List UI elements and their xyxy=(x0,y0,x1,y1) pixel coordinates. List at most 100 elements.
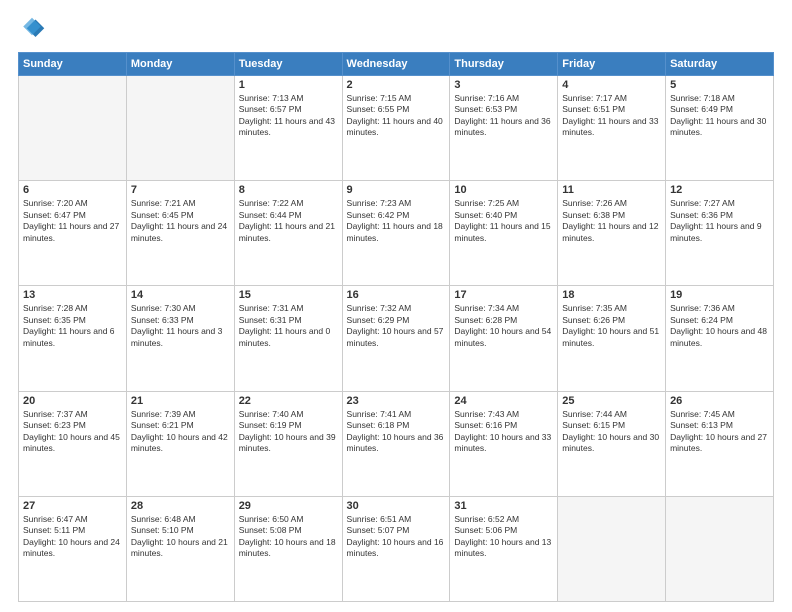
cell-info: Sunrise: 7:18 AMSunset: 6:49 PMDaylight:… xyxy=(670,93,769,139)
calendar-cell: 26 Sunrise: 7:45 AMSunset: 6:13 PMDayligh… xyxy=(666,391,774,496)
calendar-cell: 27Sunrise: 6:47 AMSunset: 5:11 PMDayligh… xyxy=(19,496,127,601)
day-number: 21 xyxy=(131,395,230,407)
calendar-cell: 11 Sunrise: 7:26 AMSunset: 6:38 PMDayligh… xyxy=(558,181,666,286)
day-number: 13 xyxy=(23,289,122,301)
day-number: 3 xyxy=(454,79,553,91)
cell-info: Sunrise: 7:45 AMSunset: 6:13 PMDaylight:… xyxy=(670,409,769,455)
cell-info: Sunrise: 6:48 AMSunset: 5:10 PMDaylight:… xyxy=(131,514,230,560)
cell-info: Sunrise: 7:26 AMSunset: 6:38 PMDaylight:… xyxy=(562,198,661,244)
calendar-cell: 29Sunrise: 6:50 AMSunset: 5:08 PMDayligh… xyxy=(234,496,342,601)
day-number: 25 xyxy=(562,395,661,407)
calendar-week-4: 20Sunrise: 7:37 AMSunset: 6:23 PMDayligh… xyxy=(19,391,774,496)
day-number: 31 xyxy=(454,500,553,512)
calendar-cell xyxy=(666,496,774,601)
day-number: 15 xyxy=(239,289,338,301)
calendar-cell: 9 Sunrise: 7:23 AMSunset: 6:42 PMDaylight… xyxy=(342,181,450,286)
calendar-header-sunday: Sunday xyxy=(19,53,127,76)
day-number: 28 xyxy=(131,500,230,512)
day-number: 5 xyxy=(670,79,769,91)
calendar-cell xyxy=(558,496,666,601)
cell-info: Sunrise: 6:52 AMSunset: 5:06 PMDaylight:… xyxy=(454,514,553,560)
calendar-cell: 25 Sunrise: 7:44 AMSunset: 6:15 PMDayligh… xyxy=(558,391,666,496)
day-number: 17 xyxy=(454,289,553,301)
calendar-week-2: 6Sunrise: 7:20 AMSunset: 6:47 PMDaylight… xyxy=(19,181,774,286)
calendar-cell xyxy=(126,76,234,181)
day-number: 22 xyxy=(239,395,338,407)
day-number: 7 xyxy=(131,184,230,196)
calendar-cell: 2Sunrise: 7:15 AMSunset: 6:55 PMDaylight… xyxy=(342,76,450,181)
day-number: 2 xyxy=(347,79,446,91)
calendar-cell: 7 Sunrise: 7:21 AMSunset: 6:45 PMDaylight… xyxy=(126,181,234,286)
cell-info: Sunrise: 7:44 AMSunset: 6:15 PMDaylight:… xyxy=(562,409,661,455)
logo xyxy=(18,16,50,44)
cell-info: Sunrise: 7:21 AMSunset: 6:45 PMDaylight:… xyxy=(131,198,230,244)
calendar-cell xyxy=(19,76,127,181)
cell-info: Sunrise: 7:23 AMSunset: 6:42 PMDaylight:… xyxy=(347,198,446,244)
calendar-cell: 21 Sunrise: 7:39 AMSunset: 6:21 PMDayligh… xyxy=(126,391,234,496)
day-number: 18 xyxy=(562,289,661,301)
calendar-table: SundayMondayTuesdayWednesdayThursdayFrid… xyxy=(18,52,774,602)
day-number: 24 xyxy=(454,395,553,407)
calendar-header-tuesday: Tuesday xyxy=(234,53,342,76)
day-number: 26 xyxy=(670,395,769,407)
day-number: 20 xyxy=(23,395,122,407)
calendar-cell: 17 Sunrise: 7:34 AMSunset: 6:28 PMDayligh… xyxy=(450,286,558,391)
day-number: 11 xyxy=(562,184,661,196)
calendar-cell: 10Sunrise: 7:25 AMSunset: 6:40 PMDayligh… xyxy=(450,181,558,286)
day-number: 30 xyxy=(347,500,446,512)
cell-info: Sunrise: 7:28 AMSunset: 6:35 PMDaylight:… xyxy=(23,303,122,349)
cell-info: Sunrise: 7:17 AMSunset: 6:51 PMDaylight:… xyxy=(562,93,661,139)
calendar-cell: 31 Sunrise: 6:52 AMSunset: 5:06 PMDayligh… xyxy=(450,496,558,601)
cell-info: Sunrise: 7:32 AMSunset: 6:29 PMDaylight:… xyxy=(347,303,446,349)
calendar-cell: 6Sunrise: 7:20 AMSunset: 6:47 PMDaylight… xyxy=(19,181,127,286)
day-number: 4 xyxy=(562,79,661,91)
calendar-cell: 22 Sunrise: 7:40 AMSunset: 6:19 PMDayligh… xyxy=(234,391,342,496)
cell-info: Sunrise: 7:34 AMSunset: 6:28 PMDaylight:… xyxy=(454,303,553,349)
day-number: 14 xyxy=(131,289,230,301)
calendar-cell: 28 Sunrise: 6:48 AMSunset: 5:10 PMDayligh… xyxy=(126,496,234,601)
day-number: 8 xyxy=(239,184,338,196)
calendar-cell: 19 Sunrise: 7:36 AMSunset: 6:24 PMDayligh… xyxy=(666,286,774,391)
cell-info: Sunrise: 7:40 AMSunset: 6:19 PMDaylight:… xyxy=(239,409,338,455)
cell-info: Sunrise: 7:27 AMSunset: 6:36 PMDaylight:… xyxy=(670,198,769,244)
cell-info: Sunrise: 7:35 AMSunset: 6:26 PMDaylight:… xyxy=(562,303,661,349)
day-number: 9 xyxy=(347,184,446,196)
day-number: 19 xyxy=(670,289,769,301)
page: SundayMondayTuesdayWednesdayThursdayFrid… xyxy=(0,0,792,612)
cell-info: Sunrise: 7:31 AMSunset: 6:31 PMDaylight:… xyxy=(239,303,338,349)
calendar-cell: 3 Sunrise: 7:16 AMSunset: 6:53 PMDaylight… xyxy=(450,76,558,181)
day-number: 16 xyxy=(347,289,446,301)
calendar-cell: 23Sunrise: 7:41 AMSunset: 6:18 PMDayligh… xyxy=(342,391,450,496)
calendar-week-5: 27Sunrise: 6:47 AMSunset: 5:11 PMDayligh… xyxy=(19,496,774,601)
calendar-header-row: SundayMondayTuesdayWednesdayThursdayFrid… xyxy=(19,53,774,76)
calendar-header-monday: Monday xyxy=(126,53,234,76)
day-number: 12 xyxy=(670,184,769,196)
calendar-cell: 15 Sunrise: 7:31 AMSunset: 6:31 PMDayligh… xyxy=(234,286,342,391)
calendar-header-wednesday: Wednesday xyxy=(342,53,450,76)
cell-info: Sunrise: 7:36 AMSunset: 6:24 PMDaylight:… xyxy=(670,303,769,349)
calendar-cell: 8 Sunrise: 7:22 AMSunset: 6:44 PMDaylight… xyxy=(234,181,342,286)
day-number: 27 xyxy=(23,500,122,512)
cell-info: Sunrise: 7:39 AMSunset: 6:21 PMDaylight:… xyxy=(131,409,230,455)
calendar-cell: 13 Sunrise: 7:28 AMSunset: 6:35 PMDayligh… xyxy=(19,286,127,391)
header xyxy=(18,16,774,44)
calendar-cell: 4 Sunrise: 7:17 AMSunset: 6:51 PMDaylight… xyxy=(558,76,666,181)
calendar-cell: 24 Sunrise: 7:43 AMSunset: 6:16 PMDayligh… xyxy=(450,391,558,496)
cell-info: Sunrise: 7:13 AMSunset: 6:57 PMDaylight:… xyxy=(239,93,338,139)
cell-info: Sunrise: 6:51 AMSunset: 5:07 PMDaylight:… xyxy=(347,514,446,560)
calendar-week-3: 13 Sunrise: 7:28 AMSunset: 6:35 PMDayligh… xyxy=(19,286,774,391)
cell-info: Sunrise: 7:22 AMSunset: 6:44 PMDaylight:… xyxy=(239,198,338,244)
cell-info: Sunrise: 7:30 AMSunset: 6:33 PMDaylight:… xyxy=(131,303,230,349)
calendar-cell: 1 Sunrise: 7:13 AMSunset: 6:57 PMDaylight… xyxy=(234,76,342,181)
calendar-week-1: 1 Sunrise: 7:13 AMSunset: 6:57 PMDaylight… xyxy=(19,76,774,181)
cell-info: Sunrise: 7:43 AMSunset: 6:16 PMDaylight:… xyxy=(454,409,553,455)
cell-info: Sunrise: 6:50 AMSunset: 5:08 PMDaylight:… xyxy=(239,514,338,560)
calendar-cell: 14 Sunrise: 7:30 AMSunset: 6:33 PMDayligh… xyxy=(126,286,234,391)
cell-info: Sunrise: 7:25 AMSunset: 6:40 PMDaylight:… xyxy=(454,198,553,244)
calendar-header-thursday: Thursday xyxy=(450,53,558,76)
calendar-header-friday: Friday xyxy=(558,53,666,76)
calendar-header-saturday: Saturday xyxy=(666,53,774,76)
day-number: 23 xyxy=(347,395,446,407)
cell-info: Sunrise: 7:16 AMSunset: 6:53 PMDaylight:… xyxy=(454,93,553,139)
day-number: 1 xyxy=(239,79,338,91)
